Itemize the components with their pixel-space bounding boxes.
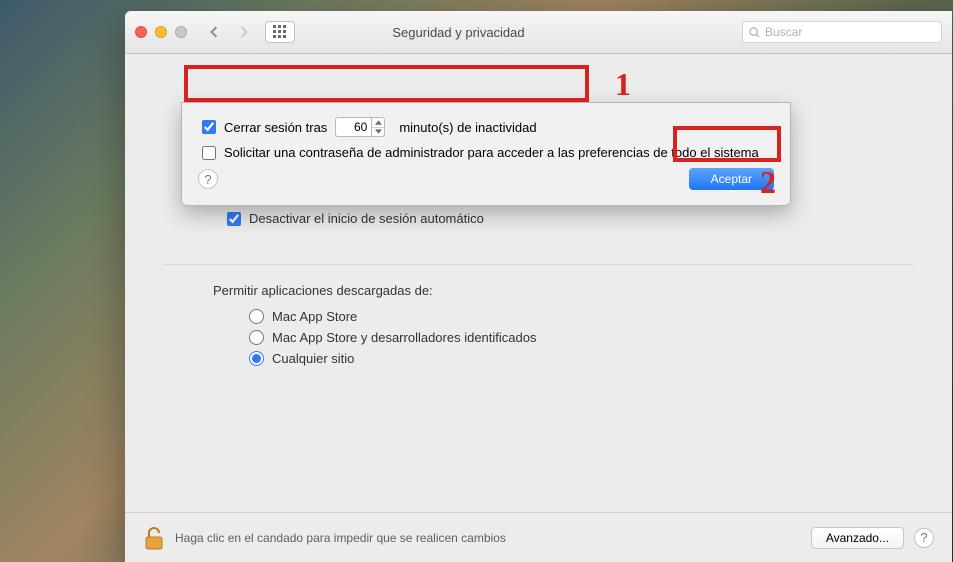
search-input[interactable]: Buscar (742, 21, 942, 43)
annotation-label-1: 1 (615, 66, 631, 103)
prefs-window: Seguridad y privacidad Buscar Mostrar un… (125, 11, 952, 562)
radio-identified-devs-input[interactable] (249, 330, 264, 345)
divider (163, 264, 914, 265)
sheet-help-button[interactable]: ? (198, 169, 218, 189)
logout-minutes-stepper[interactable] (335, 117, 385, 137)
lock-hint: Haga clic en el candado para impedir que… (175, 531, 506, 545)
sheet-footer: ? Aceptar (198, 168, 774, 190)
main-pane: Mostrar un mensaje cuando la pantalla es… (125, 54, 952, 366)
admin-checkbox[interactable] (202, 146, 216, 160)
disable-autologin-checkbox[interactable] (227, 212, 241, 226)
disable-autologin-label: Desactivar el inicio de sesión automátic… (249, 211, 484, 226)
close-icon[interactable] (135, 26, 147, 38)
logout-minutes-input[interactable] (335, 117, 371, 137)
radio-label: Cualquier sitio (272, 351, 354, 366)
admin-label: Solicitar una contraseña de administrado… (224, 145, 759, 160)
radio-mac-app-store-input[interactable] (249, 309, 264, 324)
help-button[interactable]: ? (914, 528, 934, 548)
radio-identified-devs: Mac App Store y desarrolladores identifi… (249, 330, 924, 345)
annotation-label-2: 2 (760, 164, 776, 201)
advanced-sheet: Cerrar sesión tras minuto(s) de inactivi… (181, 102, 791, 206)
radio-anywhere: Cualquier sitio (249, 351, 924, 366)
radio-anywhere-input[interactable] (249, 351, 264, 366)
minimize-icon[interactable] (155, 26, 167, 38)
titlebar: Seguridad y privacidad Buscar (125, 11, 952, 54)
stepper-buttons (371, 117, 385, 137)
content: Mostrar un mensaje cuando la pantalla es… (125, 54, 952, 562)
stepper-up[interactable] (372, 118, 384, 128)
lock-icon[interactable] (143, 525, 165, 551)
stepper-down[interactable] (372, 128, 384, 137)
radio-label: Mac App Store y desarrolladores identifi… (272, 330, 536, 345)
advanced-button[interactable]: Avanzado... (811, 527, 904, 549)
radio-label: Mac App Store (272, 309, 357, 324)
allow-apps-label: Permitir aplicaciones descargadas de: (213, 283, 924, 298)
footer: Haga clic en el candado para impedir que… (125, 512, 952, 562)
logout-checkbox[interactable] (202, 120, 216, 134)
admin-row: Solicitar una contraseña de administrado… (202, 145, 774, 160)
radio-mac-app-store: Mac App Store (249, 309, 924, 324)
logout-label-after: minuto(s) de inactividad (399, 120, 536, 135)
logout-row: Cerrar sesión tras minuto(s) de inactivi… (202, 117, 774, 137)
disable-autologin-row: Desactivar el inicio de sesión automátic… (227, 211, 924, 226)
search-placeholder: Buscar (765, 25, 802, 39)
window-title: Seguridad y privacidad (175, 25, 742, 40)
logout-label-before: Cerrar sesión tras (224, 120, 327, 135)
search-icon (749, 27, 760, 38)
